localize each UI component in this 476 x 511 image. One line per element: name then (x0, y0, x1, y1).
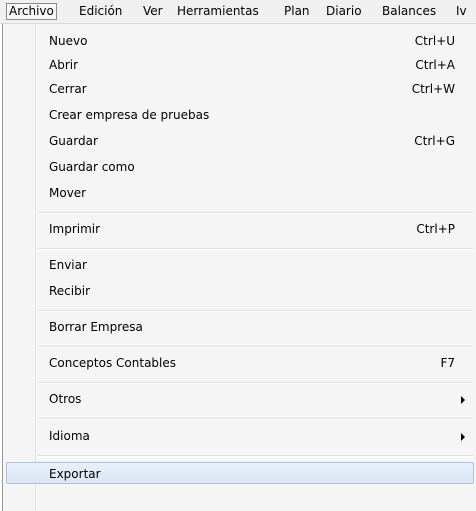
menu-item-shortcut: Ctrl+G (414, 134, 455, 148)
menu-item-crear-empresa-de-pruebas[interactable]: Crear empresa de pruebas (3, 104, 475, 126)
menu-item-borrar-empresa[interactable]: Borrar Empresa (3, 316, 475, 338)
menu-separator (37, 382, 473, 384)
archivo-dropdown-menu: Nuevo Ctrl+U Abrir Ctrl+A Cerrar Ctrl+W … (2, 24, 476, 511)
menu-separator (37, 248, 473, 250)
menu-item-label: Cerrar (49, 82, 87, 96)
menu-item-label: Otros (49, 392, 82, 406)
menu-item-shortcut: Ctrl+P (416, 222, 455, 236)
menu-diario[interactable]: Diario (323, 3, 365, 20)
menu-item-label: Conceptos Contables (49, 356, 177, 370)
menu-item-recibir[interactable]: Recibir (3, 280, 475, 302)
menu-item-label: Idioma (49, 429, 90, 443)
menu-separator (37, 418, 473, 420)
menu-item-label: Recibir (49, 284, 90, 298)
menu-item-cerrar[interactable]: Cerrar Ctrl+W (3, 78, 475, 100)
menu-item-label: Nuevo (49, 34, 88, 48)
menu-item-guardar[interactable]: Guardar Ctrl+G (3, 130, 475, 152)
chevron-right-icon (461, 396, 465, 404)
menu-item-imprimir[interactable]: Imprimir Ctrl+P (3, 218, 475, 240)
menu-item-label: Mover (49, 186, 87, 200)
menu-item-label: Abrir (49, 58, 79, 72)
menu-item-shortcut: Ctrl+W (411, 82, 455, 96)
menu-bar: Archivo Edición Ver Herramientas Plan Di… (0, 0, 476, 24)
chevron-right-icon (461, 433, 465, 441)
menu-item-label: Enviar (49, 258, 87, 272)
menu-item-conceptos-contables[interactable]: Conceptos Contables F7 (3, 352, 475, 374)
menu-item-otros[interactable]: Otros (3, 388, 475, 410)
menu-item-label: Crear empresa de pruebas (49, 108, 210, 122)
menu-separator (37, 455, 473, 457)
menu-separator (37, 346, 473, 348)
menu-separator (37, 212, 473, 214)
menu-item-label: Imprimir (49, 222, 101, 236)
menu-item-guardar-como[interactable]: Guardar como (3, 156, 475, 178)
menu-item-label: Borrar Empresa (49, 320, 143, 334)
menu-item-shortcut: F7 (440, 356, 455, 370)
menu-item-label: Guardar (49, 134, 98, 148)
menu-item-label: Guardar como (49, 160, 135, 174)
menu-item-mover[interactable]: Mover (3, 182, 475, 204)
menu-item-abrir[interactable]: Abrir Ctrl+A (3, 54, 475, 76)
menu-item-label: Exportar (49, 467, 101, 481)
menu-item-nuevo[interactable]: Nuevo Ctrl+U (3, 30, 475, 52)
menu-separator (37, 310, 473, 312)
menu-balances[interactable]: Balances (379, 3, 439, 20)
menu-more[interactable]: Iv (453, 3, 470, 20)
menu-plan[interactable]: Plan (281, 3, 313, 20)
menu-item-exportar[interactable]: Exportar (6, 462, 474, 484)
menu-edicion[interactable]: Edición (76, 3, 125, 20)
menu-item-shortcut: Ctrl+A (415, 58, 455, 72)
menu-herramientas[interactable]: Herramientas (174, 3, 262, 20)
menu-item-idioma[interactable]: Idioma (3, 425, 475, 447)
menu-item-shortcut: Ctrl+U (414, 34, 455, 48)
menu-item-enviar[interactable]: Enviar (3, 254, 475, 276)
menu-ver[interactable]: Ver (140, 3, 166, 20)
menu-archivo[interactable]: Archivo (6, 3, 57, 20)
